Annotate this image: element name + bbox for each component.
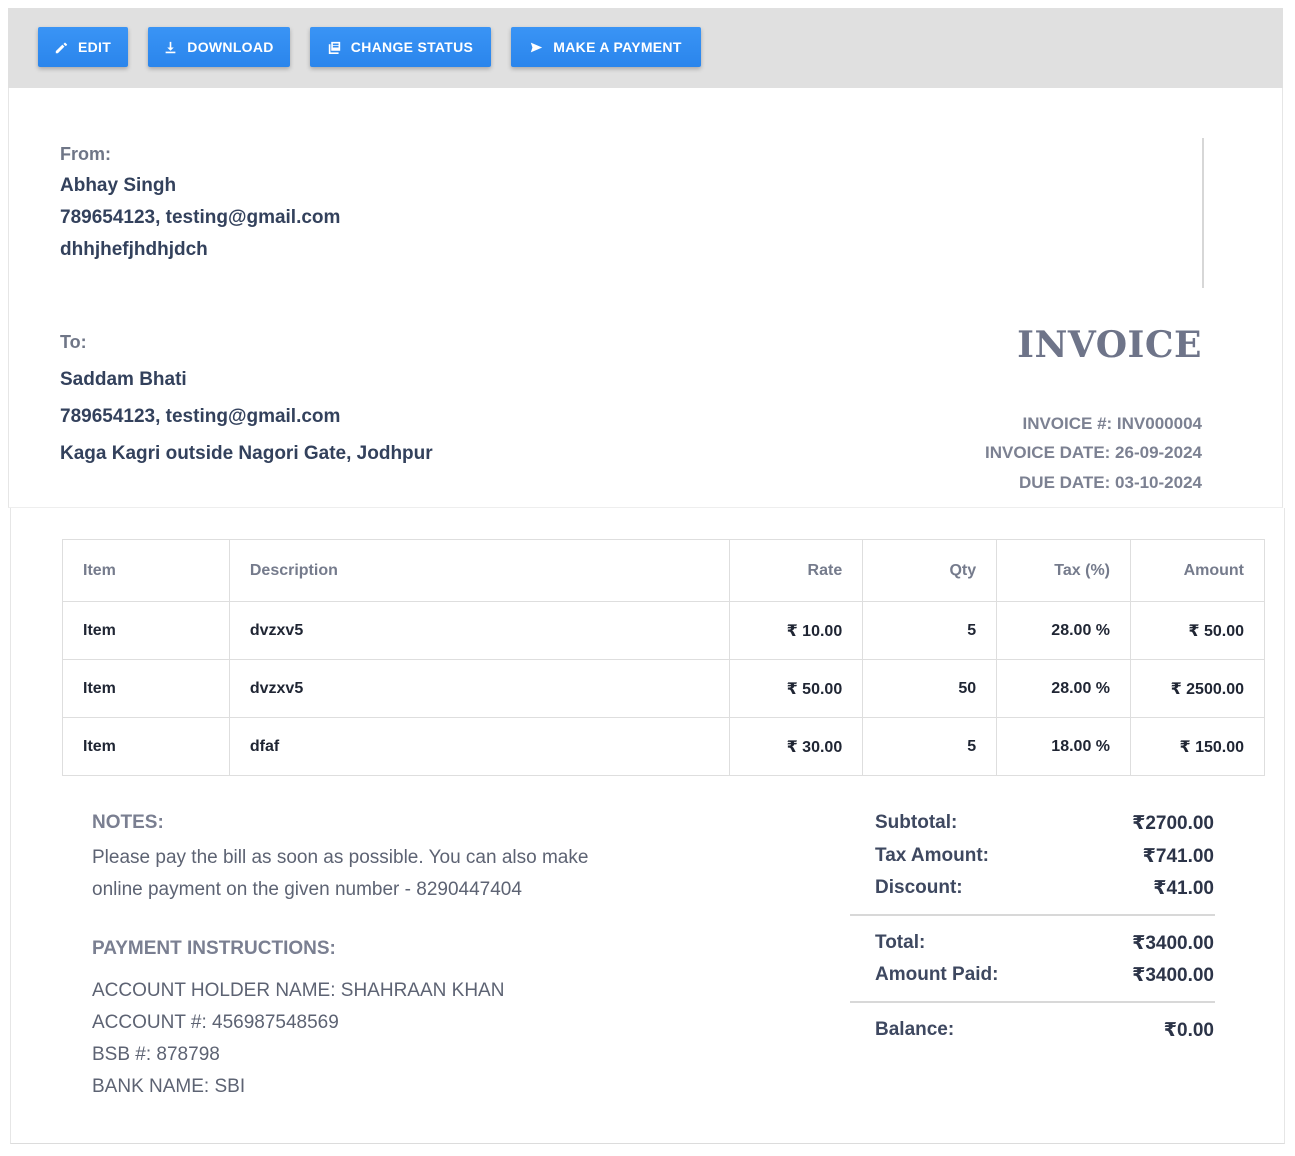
cell-rate: ₹ 50.00	[729, 659, 864, 718]
summary-divider	[850, 914, 1215, 916]
cell-qty: 5	[862, 717, 998, 776]
status-icon	[328, 41, 340, 54]
change-status-button-label: CHANGE STATUS	[350, 39, 474, 55]
invoice-date: INVOICE DATE: 26-09-2024	[985, 443, 1202, 462]
table-row: Item dvzxv5 ₹ 50.00 50 28.00 % ₹ 2500.00	[62, 659, 1265, 718]
edit-button[interactable]: EDIT	[38, 27, 128, 67]
cell-item: Item	[62, 601, 230, 660]
make-payment-button[interactable]: MAKE A PAYMENT	[511, 27, 701, 67]
table-header-row: Item Description Rate Qty Tax (%) Amount	[62, 539, 1265, 602]
total-label: Total:	[875, 932, 926, 953]
header-amount: Amount	[1130, 539, 1265, 602]
invoice-page: EDIT DOWNLOAD CHANGE STATUS MAKE A PAYME…	[0, 0, 1295, 1156]
cell-amount: ₹ 150.00	[1130, 717, 1265, 776]
header-item: Item	[62, 539, 230, 602]
cell-rate: ₹ 30.00	[729, 717, 864, 776]
download-button[interactable]: DOWNLOAD	[148, 27, 290, 67]
payment-instruction-line: ACCOUNT HOLDER NAME: SHAHRAAN KHAN	[92, 980, 505, 1001]
cell-description: dfaf	[228, 717, 731, 776]
make-payment-button-label: MAKE A PAYMENT	[553, 39, 682, 55]
invoice-header: From: Abhay Singh 789654123, testing@gma…	[8, 88, 1283, 508]
line-items-table: Item Description Rate Qty Tax (%) Amount…	[62, 539, 1265, 776]
notes-text: Please pay the bill as soon as possible.…	[92, 847, 589, 900]
header-tax: Tax (%)	[996, 539, 1132, 602]
balance-value: ₹0.00	[1163, 1020, 1214, 1041]
balance-label: Balance:	[875, 1019, 955, 1040]
send-icon	[531, 42, 543, 52]
cell-tax: 28.00 %	[996, 659, 1132, 718]
amount-paid-value: ₹3400.00	[1132, 965, 1214, 986]
from-name: Abhay Singh	[60, 175, 177, 196]
to-label: To:	[60, 332, 87, 352]
payment-instruction-line: ACCOUNT #: 456987548569	[92, 1012, 339, 1033]
tax-amount-label: Tax Amount:	[875, 845, 989, 866]
cell-description: dvzxv5	[228, 659, 731, 718]
action-toolbar: EDIT DOWNLOAD CHANGE STATUS MAKE A PAYME…	[8, 8, 1283, 88]
table-row: Item dfaf ₹ 30.00 5 18.00 % ₹ 150.00	[62, 717, 1265, 776]
invoice-body: Item Description Rate Qty Tax (%) Amount…	[10, 508, 1285, 1144]
subtotal-label: Subtotal:	[875, 812, 958, 833]
subtotal-value: ₹2700.00	[1132, 813, 1214, 834]
due-date: DUE DATE: 03-10-2024	[1019, 473, 1202, 492]
summary-divider	[850, 1001, 1215, 1003]
header-divider	[1202, 138, 1204, 288]
from-address: dhhjhefjhdhjdch	[60, 239, 208, 260]
payment-instruction-line: BSB #: 878798	[92, 1044, 220, 1065]
invoice-title: INVOICE	[1017, 324, 1202, 366]
cell-amount: ₹ 50.00	[1130, 601, 1265, 660]
cell-tax: 28.00 %	[996, 601, 1132, 660]
download-button-label: DOWNLOAD	[187, 39, 274, 55]
cell-description: dvzxv5	[228, 601, 731, 660]
payment-instructions-title: PAYMENT INSTRUCTIONS:	[92, 938, 336, 959]
download-icon	[165, 41, 176, 53]
from-contact: 789654123, testing@gmail.com	[60, 207, 341, 228]
to-address: Kaga Kagri outside Nagori Gate, Jodhpur	[60, 443, 433, 464]
cell-tax: 18.00 %	[996, 717, 1132, 776]
to-contact: 789654123, testing@gmail.com	[60, 406, 341, 427]
amount-paid-label: Amount Paid:	[875, 964, 999, 985]
header-qty: Qty	[862, 539, 998, 602]
header-description: Description	[228, 539, 731, 602]
change-status-button[interactable]: CHANGE STATUS	[310, 27, 491, 67]
tax-amount-value: ₹741.00	[1142, 846, 1214, 867]
cell-qty: 5	[862, 601, 998, 660]
cell-amount: ₹ 2500.00	[1130, 659, 1265, 718]
header-rate: Rate	[729, 539, 864, 602]
edit-button-label: EDIT	[77, 39, 112, 55]
pencil-icon	[55, 42, 68, 53]
cell-qty: 50	[862, 659, 998, 718]
discount-value: ₹41.00	[1153, 878, 1214, 899]
cell-item: Item	[62, 659, 230, 718]
discount-label: Discount:	[875, 877, 963, 898]
payment-instruction-line: BANK NAME: SBI	[92, 1076, 246, 1097]
notes-title: NOTES:	[92, 812, 164, 833]
total-value: ₹3400.00	[1132, 933, 1214, 954]
table-row: Item dvzxv5 ₹ 10.00 5 28.00 % ₹ 50.00	[62, 601, 1265, 660]
to-name: Saddam Bhati	[60, 369, 187, 390]
cell-rate: ₹ 10.00	[729, 601, 864, 660]
cell-item: Item	[62, 717, 230, 776]
from-label: From:	[60, 144, 111, 164]
invoice-number: INVOICE #: INV000004	[1022, 414, 1202, 433]
